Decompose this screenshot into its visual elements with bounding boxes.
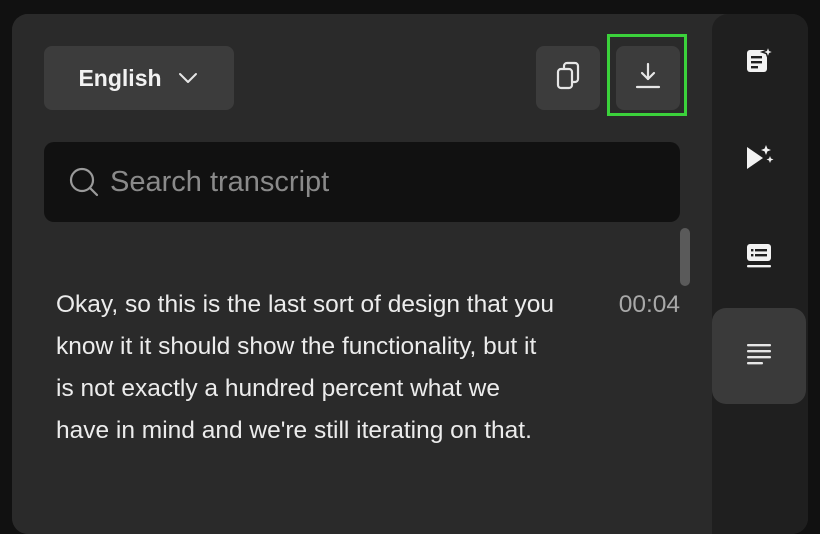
rail-item-chapters[interactable] bbox=[712, 210, 806, 306]
transcript-panel: English Search transcript Okay, so this … bbox=[12, 14, 712, 534]
download-icon bbox=[634, 61, 662, 96]
rail-item-ai-play[interactable] bbox=[712, 112, 806, 208]
rail-item-ai-notes[interactable] bbox=[712, 14, 806, 110]
language-dropdown[interactable]: English bbox=[44, 46, 234, 110]
transcript-lines-icon bbox=[745, 340, 773, 373]
transcript-timestamp[interactable]: 00:04 bbox=[590, 284, 680, 326]
ai-notes-icon bbox=[744, 43, 777, 80]
ai-play-icon bbox=[743, 143, 775, 178]
transcript-text: Okay, so this is the last sort of design… bbox=[56, 291, 554, 444]
transcript-window: English Search transcript Okay, so this … bbox=[12, 14, 808, 534]
copy-icon bbox=[554, 61, 582, 96]
chevron-down-icon bbox=[176, 66, 200, 90]
chapters-list-icon bbox=[744, 241, 774, 276]
language-label: English bbox=[78, 64, 162, 91]
download-button[interactable] bbox=[616, 46, 680, 110]
scrollbar-thumb[interactable] bbox=[680, 228, 690, 286]
search-input[interactable] bbox=[110, 165, 650, 199]
copy-button[interactable] bbox=[536, 46, 600, 110]
side-rail bbox=[712, 14, 808, 534]
search-box[interactable] bbox=[44, 142, 680, 222]
search-icon bbox=[68, 166, 100, 198]
rail-item-transcript[interactable] bbox=[712, 308, 806, 404]
